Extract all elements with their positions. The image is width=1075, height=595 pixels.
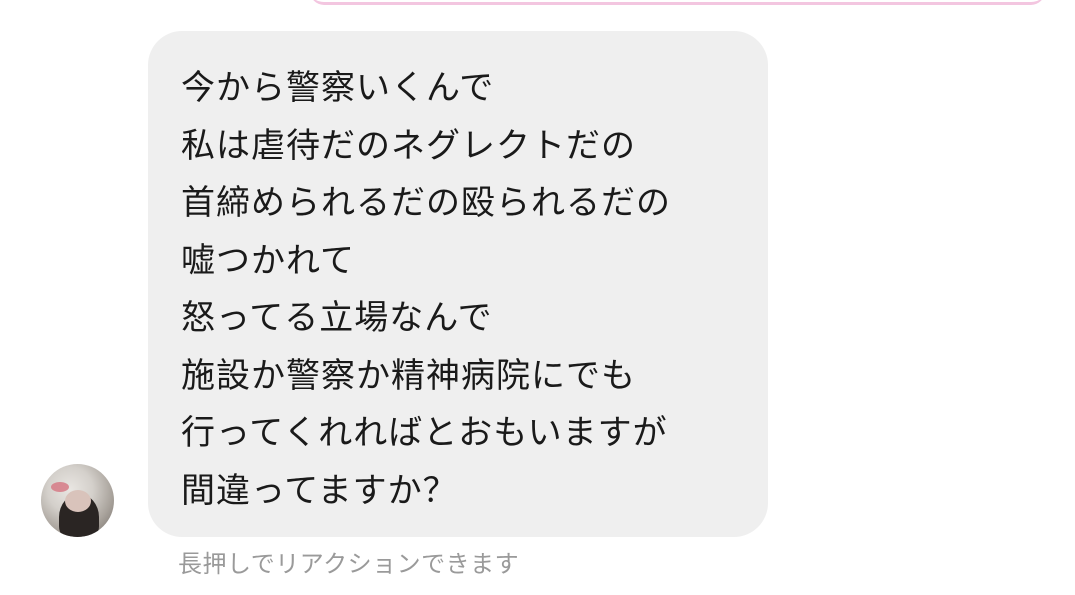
message-line-3: 首締められるだの殴られるだの xyxy=(181,183,671,223)
message-line-1: 今から警察いくんで xyxy=(181,68,495,108)
incoming-message-bubble[interactable]: 今から警察いくんで 私は虐待だのネグレクトだの 首締められるだの殴られるだの 嘘… xyxy=(148,31,768,537)
previous-outgoing-message-bubble[interactable] xyxy=(310,0,1045,5)
reaction-hint: 長押しでリアクションできます xyxy=(178,550,520,578)
avatar-accent xyxy=(51,482,69,492)
message-line-4: 嘘つかれて xyxy=(181,240,355,281)
sender-avatar[interactable] xyxy=(41,464,114,537)
message-line-5: 怒ってる立場なんで xyxy=(181,298,493,338)
message-line-6: 施設か警察か精神病院にでも xyxy=(181,355,636,396)
chat-screen: 今から警察いくんで 私は虐待だのネグレクトだの 首締められるだの殴られるだの 嘘… xyxy=(0,0,1075,595)
avatar-face xyxy=(65,490,91,512)
message-line-8: 間違ってますか？ xyxy=(181,470,458,511)
message-line-2: 私は虐待だのネグレクトだの xyxy=(181,125,636,166)
message-line-7: 行ってくれればとおもいますが xyxy=(181,413,668,453)
